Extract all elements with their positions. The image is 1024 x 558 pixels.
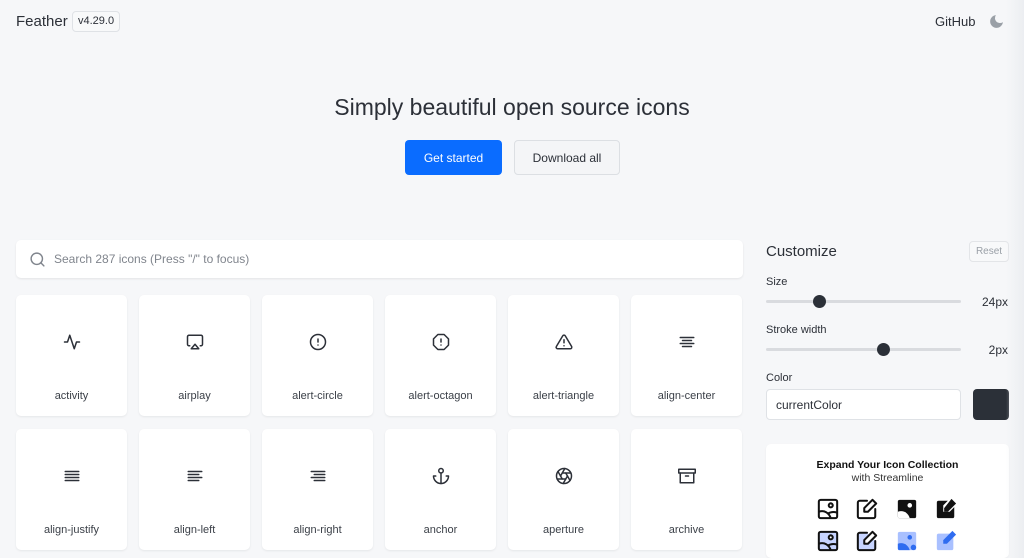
color-label: Color xyxy=(766,372,793,384)
customize-title: Customize xyxy=(766,243,837,260)
edit-flat-icon xyxy=(936,530,957,551)
activity-icon xyxy=(63,334,81,350)
alert-circle-icon xyxy=(309,333,327,351)
edit-outline-icon xyxy=(856,498,878,520)
alert-triangle-icon xyxy=(555,334,573,350)
image-duo-icon xyxy=(817,530,839,552)
icon-card-alert-circle[interactable]: alert-circle xyxy=(262,295,373,416)
stroke-width-value: 2px xyxy=(988,343,1008,357)
icon-label: align-right xyxy=(293,524,342,536)
edit-solid-icon xyxy=(936,498,957,519)
stroke-width-label: Stroke width xyxy=(766,324,827,336)
streamline-promo[interactable]: Expand Your Icon Collection with Streaml… xyxy=(766,444,1009,558)
icon-label: align-justify xyxy=(43,524,100,536)
archive-icon xyxy=(678,468,696,484)
icon-label: airplay xyxy=(178,390,211,402)
image-solid-icon xyxy=(897,499,917,519)
alert-octagon-icon xyxy=(432,333,450,351)
icon-card-anchor[interactable]: anchor xyxy=(385,429,496,550)
version-badge: v4.29.0 xyxy=(72,11,121,32)
hero-title: Simply beautiful open source icons xyxy=(334,94,690,120)
color-input[interactable] xyxy=(766,389,961,420)
icon-label: archive xyxy=(668,524,705,536)
search-input[interactable] xyxy=(54,240,734,278)
image-flat-icon xyxy=(897,531,917,551)
icon-label: anchor xyxy=(423,524,458,536)
icon-card-align-justify[interactable]: align-justify xyxy=(16,429,127,550)
airplay-icon xyxy=(186,334,204,350)
moon-icon[interactable] xyxy=(988,13,1005,30)
aperture-icon xyxy=(555,467,573,485)
header: Feather v4.29.0 GitHub xyxy=(0,0,1024,44)
icon-card-align-left[interactable]: align-left xyxy=(139,429,250,550)
icon-card-archive[interactable]: archive xyxy=(631,429,742,550)
size-label: Size xyxy=(766,276,788,288)
icon-label: alert-octagon xyxy=(408,390,473,402)
logo[interactable]: Feather xyxy=(16,13,68,30)
icon-label: alert-triangle xyxy=(532,390,595,402)
icon-card-align-center[interactable]: align-center xyxy=(631,295,742,416)
promo-subtitle: with Streamline xyxy=(851,472,924,484)
promo-title: Expand Your Icon Collection xyxy=(816,459,959,471)
stroke-width-slider-thumb[interactable] xyxy=(877,343,890,356)
align-right-icon xyxy=(310,470,326,482)
size-value: 24px xyxy=(981,295,1008,309)
github-link[interactable]: GitHub xyxy=(935,14,975,29)
icon-label: activity xyxy=(54,390,89,402)
get-started-button[interactable]: Get started xyxy=(405,140,502,175)
download-all-button[interactable]: Download all xyxy=(514,140,620,175)
icon-card-align-right[interactable]: align-right xyxy=(262,429,373,550)
icon-card-airplay[interactable]: airplay xyxy=(139,295,250,416)
icon-label: align-center xyxy=(657,390,716,402)
align-center-icon xyxy=(679,336,695,348)
icon-card-activity[interactable]: activity xyxy=(16,295,127,416)
search-icon xyxy=(30,252,45,267)
icon-card-alert-octagon[interactable]: alert-octagon xyxy=(385,295,496,416)
reset-button[interactable]: Reset xyxy=(969,241,1009,262)
icon-label: align-left xyxy=(173,524,216,536)
size-slider-thumb[interactable] xyxy=(813,295,827,308)
icon-label: alert-circle xyxy=(292,390,343,402)
color-swatch[interactable] xyxy=(973,389,1009,420)
anchor-icon xyxy=(432,467,450,485)
image-outline-icon xyxy=(817,498,839,520)
size-slider[interactable] xyxy=(766,295,961,308)
align-justify-icon xyxy=(64,470,80,482)
icon-label: aperture xyxy=(543,524,584,536)
search-bar xyxy=(16,240,743,278)
edit-duo-icon xyxy=(856,530,878,552)
icon-card-aperture[interactable]: aperture xyxy=(508,429,619,550)
stroke-width-slider[interactable] xyxy=(766,343,961,356)
align-left-icon xyxy=(187,470,203,482)
icon-card-alert-triangle[interactable]: alert-triangle xyxy=(508,295,619,416)
